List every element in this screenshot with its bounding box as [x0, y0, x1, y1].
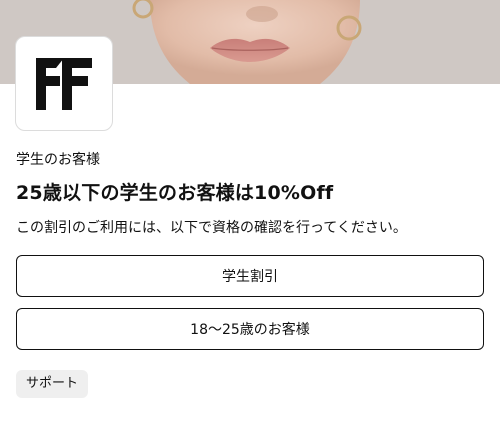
offer-content: 学生のお客様 25歳以下の学生のお客様は10%Off この割引のご利用には、以下… [16, 150, 484, 398]
offer-eyebrow: 学生のお客様 [16, 152, 100, 168]
ff-logo-icon [36, 57, 92, 110]
offer-headline: 25歳以下の学生のお客様は10%Off [16, 182, 334, 204]
brand-logo [15, 36, 113, 131]
page: 学生のお客様 25歳以下の学生のお客様は10%Off この割引のご利用には、以下… [0, 0, 500, 431]
age-18-25-button[interactable]: 18〜25歳のお客様 [16, 308, 484, 350]
student-discount-button[interactable]: 学生割引 [16, 255, 484, 297]
offer-description: この割引のご利用には、以下で資格の確認を行ってください。 [16, 220, 407, 236]
support-button[interactable]: サポート [16, 370, 89, 398]
